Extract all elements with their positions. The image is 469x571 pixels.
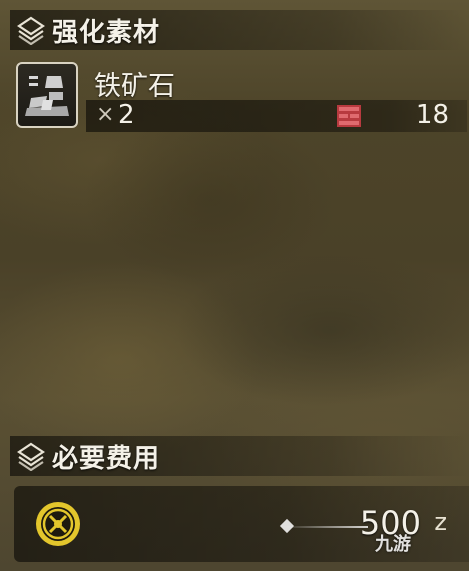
materials-header: 强化素材 [10, 10, 469, 50]
materials-title: 强化素材 [52, 17, 161, 48]
ore-icon [16, 62, 78, 128]
cost-header: 必要费用 [10, 436, 469, 476]
material-entry[interactable]: 铁矿石 × 2 18 [16, 60, 467, 134]
cost-title: 必要费用 [52, 443, 161, 474]
quantity-multiplier-symbol: × [96, 102, 115, 127]
cost-row: 500 z 九游 [14, 486, 469, 562]
owned-quantity: 18 [415, 100, 449, 130]
cost-unit: z [434, 508, 447, 536]
watermark: 九游 [375, 534, 411, 555]
material-name: 铁矿石 [94, 71, 175, 102]
decoration-line [282, 526, 368, 528]
required-quantity: 2 [118, 100, 135, 130]
section-emblem-icon [14, 13, 48, 47]
zenny-coin-icon [34, 500, 82, 548]
section-emblem-icon [14, 439, 48, 473]
item-box-icon [336, 104, 362, 128]
material-quantity-row: × 2 18 [86, 100, 467, 132]
